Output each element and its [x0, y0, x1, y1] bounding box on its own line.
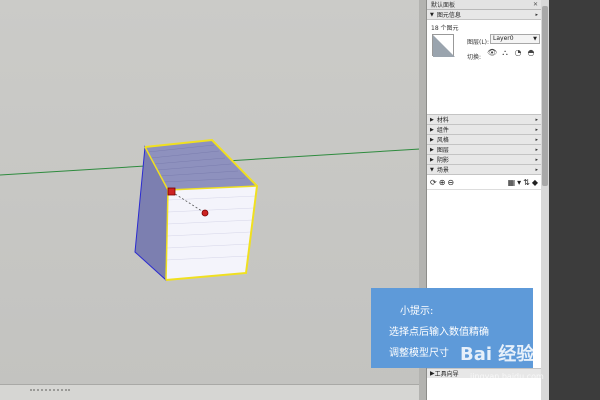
baidu-watermark-url: jingyan.baidu.com	[470, 372, 544, 381]
panel-list: ▶ 材料 ▸ ▶ 组件 ▸ ▶ 风格 ▸ ▶ 图层 ▸ ▶ 阴影 ▸ ▼ 场景 …	[427, 115, 541, 190]
tray-scroll-thumb[interactable]	[542, 6, 548, 186]
model-viewport[interactable]	[0, 0, 426, 388]
receive-shadow-icon[interactable]: ◔	[513, 48, 523, 58]
eye-icon[interactable]: 👁	[487, 48, 497, 58]
expand-triangle-icon: ▶	[430, 116, 434, 123]
thumbnail-shape	[433, 35, 455, 57]
panel-menu-icon[interactable]: ▸	[535, 167, 538, 173]
add-scene-icon[interactable]: ⊕	[439, 178, 446, 187]
panel-instructor-label: 工具向导	[434, 371, 459, 378]
panel-shadows[interactable]: ▶ 阴影 ▸	[427, 155, 541, 165]
scene-canvas[interactable]	[0, 0, 426, 388]
tip-line-2: 调整模型尺寸	[389, 348, 449, 359]
layer-label: 图层(L):	[467, 39, 490, 46]
expand-triangle-icon: ▶	[430, 126, 434, 133]
outer-background	[541, 0, 600, 400]
panel-components-label: 组件	[436, 127, 449, 134]
panel-components[interactable]: ▶ 组件 ▸	[427, 125, 541, 135]
scene-settings-icon[interactable]: ◆	[532, 178, 538, 187]
panel-layers[interactable]: ▶ 图层 ▸	[427, 145, 541, 155]
panel-menu-icon[interactable]: ▸	[535, 117, 538, 123]
status-dots	[30, 389, 70, 391]
collapse-triangle-icon: ▼	[430, 11, 434, 18]
chevron-down-icon: ▼	[533, 36, 537, 42]
entity-info-body: 18 个图元 图层(L): Layer0 ▼ 切换: 👁 ⛬ ◔ ◓	[427, 20, 541, 115]
material-thumbnail[interactable]	[432, 34, 455, 57]
toggle-icons: 👁 ⛬ ◔ ◓	[487, 48, 536, 58]
scenes-toolbar: ⟳ ⊕ ⊖ ▦ ▾ ⇅ ◆	[427, 175, 541, 190]
tray-title-bar: 默认面板 ✕	[427, 0, 541, 10]
expand-triangle-icon: ▶	[430, 156, 434, 163]
panel-styles[interactable]: ▶ 风格 ▸	[427, 135, 541, 145]
panel-scenes[interactable]: ▼ 场景 ▸	[427, 165, 541, 175]
panel-menu-icon[interactable]: ▸	[535, 127, 538, 133]
snap-point-end[interactable]	[201, 209, 209, 217]
panel-shadows-label: 阴影	[436, 157, 449, 164]
expand-triangle-icon: ▶	[430, 146, 434, 153]
expand-triangle-icon: ▶	[430, 136, 434, 143]
panel-materials-label: 材料	[436, 117, 449, 124]
collapse-triangle-icon: ▼	[430, 166, 434, 173]
entity-info-header[interactable]: ▼ 图元信息 ▸	[427, 10, 541, 20]
sort-icon[interactable]: ⇅	[523, 178, 530, 187]
panel-layers-label: 图层	[436, 147, 449, 154]
tip-title: 小提示:	[400, 306, 434, 317]
panel-materials[interactable]: ▶ 材料 ▸	[427, 115, 541, 125]
toggle-label: 切换:	[467, 54, 482, 61]
view-options-icon[interactable]: ▦	[508, 178, 516, 187]
panel-menu-icon[interactable]: ▸	[535, 157, 538, 163]
tip-line-1: 选择点后输入数值精确	[389, 327, 489, 338]
cast-shadow-icon[interactable]: ⛬	[500, 48, 510, 58]
remove-scene-icon[interactable]: ⊖	[447, 178, 454, 187]
panel-menu-icon[interactable]: ▸	[535, 137, 538, 143]
baidu-watermark: Bai 经验	[460, 344, 535, 365]
entity-count: 18 个图元	[431, 25, 459, 32]
lock-icon[interactable]: ◓	[526, 48, 536, 58]
details-icon[interactable]: ▾	[517, 178, 521, 187]
status-bar	[0, 384, 426, 400]
layer-dropdown[interactable]: Layer0 ▼	[490, 34, 540, 44]
layer-value: Layer0	[493, 35, 514, 42]
panel-scenes-label: 场景	[436, 167, 449, 174]
panel-styles-label: 风格	[436, 137, 449, 144]
refresh-icon[interactable]: ⟳	[430, 178, 437, 187]
snap-point-start[interactable]	[167, 187, 176, 196]
panel-menu-icon[interactable]: ▸	[535, 12, 538, 18]
tray-close-icon[interactable]: ✕	[533, 1, 538, 8]
box-front-face[interactable]	[166, 186, 257, 280]
entity-info-label: 图元信息	[436, 12, 461, 19]
tray-title: 默认面板	[431, 2, 456, 9]
panel-menu-icon[interactable]: ▸	[535, 147, 538, 153]
